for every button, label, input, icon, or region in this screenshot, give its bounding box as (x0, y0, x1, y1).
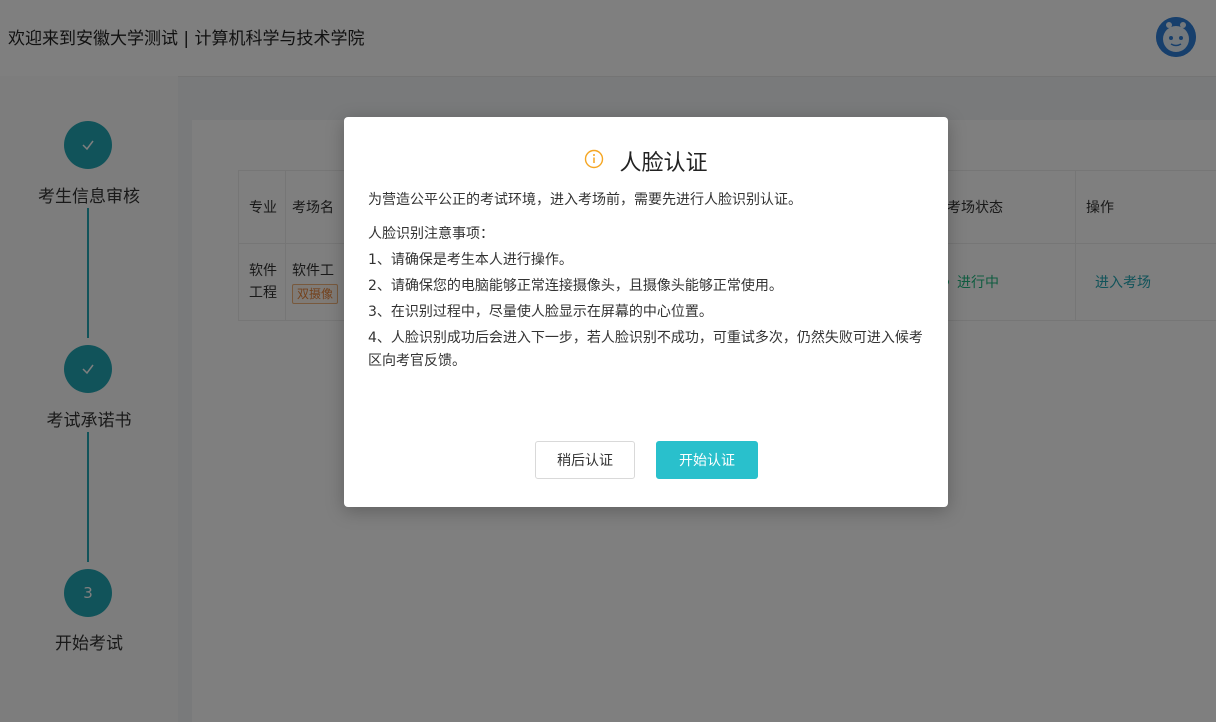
dialog-title: 人脸认证 (619, 151, 708, 176)
dialog-header: 人脸认证 (344, 145, 948, 177)
app-root: 欢迎来到安徽大学测试 | 计算机科学与技术学院 考生信息审核 考试承诺书 3 开… (0, 0, 1216, 722)
note-item: 3、在识别过程中，尽量使人脸显示在屏幕的中心位置。 (368, 304, 713, 320)
dialog-intro: 为营造公平公正的考试环境，进入考场前，需要先进行人脸识别认证。 (368, 192, 802, 208)
info-icon (584, 149, 604, 173)
start-verify-button[interactable]: 开始认证 (656, 441, 758, 479)
note-item: 4、人脸识别成功后会进入下一步，若人脸识别不成功，可重试多次，仍然失败可进入候考… (368, 330, 923, 369)
notes-title: 人脸识别注意事项： (368, 226, 494, 242)
dialog-body: 为营造公平公正的考试环境，进入考场前，需要先进行人脸识别认证。 人脸识别注意事项… (368, 189, 928, 376)
later-verify-button[interactable]: 稍后认证 (535, 441, 635, 479)
note-item: 2、请确保您的电脑能够正常连接摄像头，且摄像头能够正常使用。 (368, 278, 783, 294)
note-item: 1、请确保是考生本人进行操作。 (368, 252, 573, 268)
face-auth-dialog: 人脸认证 为营造公平公正的考试环境，进入考场前，需要先进行人脸识别认证。 人脸识… (344, 117, 948, 507)
